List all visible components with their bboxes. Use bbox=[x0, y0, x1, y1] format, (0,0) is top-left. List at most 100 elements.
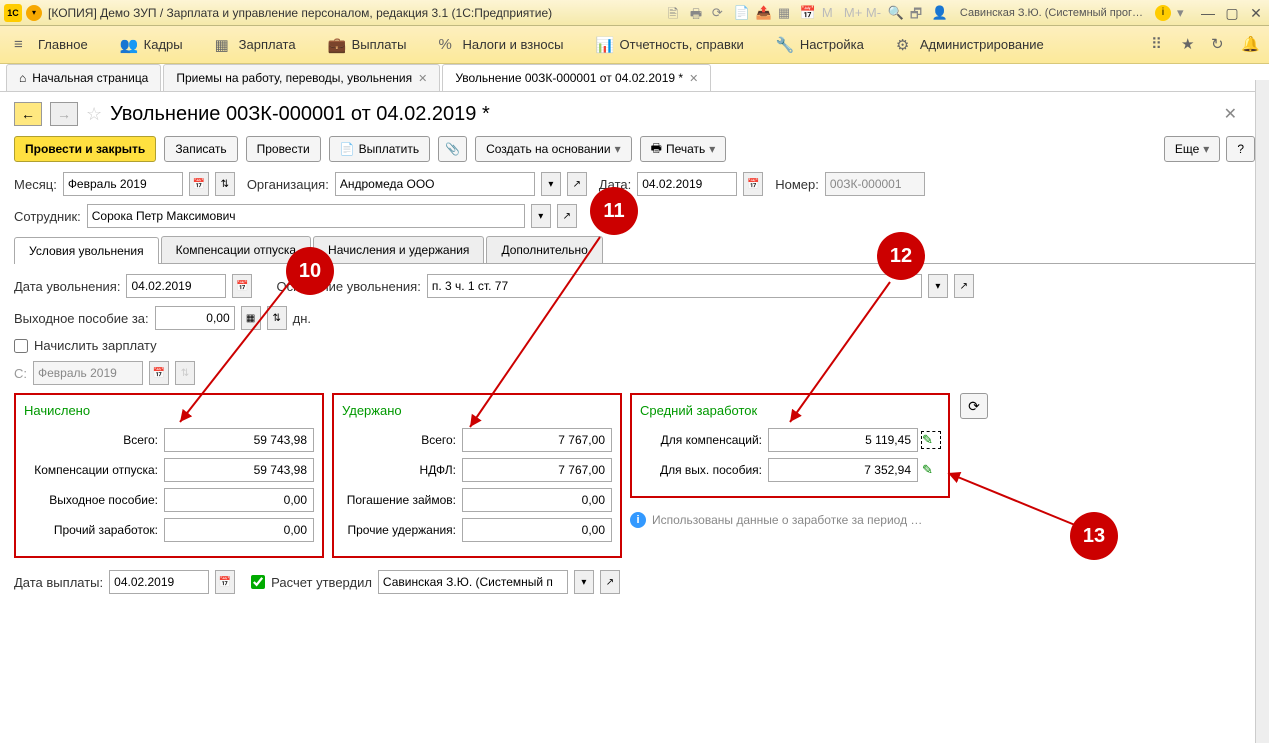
menu-personnel[interactable]: 👥Кадры bbox=[114, 32, 189, 58]
app-menu-dropdown[interactable]: ▾ bbox=[26, 5, 42, 21]
tab-hires[interactable]: Приемы на работу, переводы, увольнения✕ bbox=[163, 64, 440, 91]
calendar-icon[interactable]: 📅 bbox=[189, 172, 209, 196]
menu-settings[interactable]: 🔧Настройка bbox=[770, 32, 870, 58]
page-title: Увольнение 00ЗК-000001 от 04.02.2019 * bbox=[110, 103, 490, 126]
open-icon[interactable]: ↗ bbox=[954, 274, 974, 298]
grid-icon[interactable]: ▦ bbox=[778, 5, 794, 21]
close-icon[interactable]: ✕ bbox=[418, 72, 427, 85]
close-button[interactable]: ✕ bbox=[1247, 5, 1265, 21]
mplus-icon[interactable]: M+ bbox=[844, 5, 860, 21]
minimize-button[interactable]: — bbox=[1199, 5, 1217, 21]
accrued-oth-label: Прочий заработок: bbox=[24, 523, 164, 537]
calendar-icon[interactable]: 📅 bbox=[215, 570, 235, 594]
maximize-button[interactable]: ▢ bbox=[1223, 5, 1241, 21]
number-label: Номер: bbox=[775, 177, 819, 192]
stepper-icon[interactable]: ⇅ bbox=[215, 172, 235, 196]
month-field[interactable] bbox=[63, 172, 183, 196]
menu-main[interactable]: ≡Главное bbox=[8, 32, 94, 58]
paydate-field[interactable] bbox=[109, 570, 209, 594]
org-field[interactable] bbox=[335, 172, 535, 196]
menu-taxes[interactable]: %Налоги и взносы bbox=[432, 32, 569, 58]
number-field bbox=[825, 172, 925, 196]
tab-home[interactable]: ⌂Начальная страница bbox=[6, 64, 161, 91]
post-and-close-button[interactable]: Провести и закрыть bbox=[14, 136, 156, 162]
doc-icon[interactable]: 📄 bbox=[734, 5, 750, 21]
severance-days-label: Выходное пособие за: bbox=[14, 311, 149, 326]
dropdown-icon[interactable]: ▾ bbox=[574, 570, 594, 594]
dismiss-date-field[interactable] bbox=[126, 274, 226, 298]
dropdown-icon[interactable]: ▾ bbox=[541, 172, 561, 196]
avg-sev-field: 7 352,94 bbox=[768, 458, 918, 482]
printer-icon: 🖶 bbox=[651, 139, 662, 160]
mminus-icon[interactable]: M- bbox=[866, 5, 882, 21]
date-field[interactable] bbox=[637, 172, 737, 196]
calc-salary-label: Начислить зарплату bbox=[34, 338, 157, 353]
menu-payments[interactable]: 💼Выплаты bbox=[322, 32, 413, 58]
approved-by-field[interactable] bbox=[378, 570, 568, 594]
help-button[interactable]: ? bbox=[1226, 136, 1255, 162]
attach-button[interactable]: 📎 bbox=[438, 136, 467, 162]
tab-dismissal[interactable]: Увольнение 00ЗК-000001 от 04.02.2019 *✕ bbox=[442, 64, 711, 91]
menu-icon: ≡ bbox=[14, 36, 32, 54]
open-icon[interactable]: ↗ bbox=[567, 172, 587, 196]
stepper-icon[interactable]: ⇅ bbox=[267, 306, 287, 330]
info-panel: i Использованы данные о заработке за пер… bbox=[630, 512, 988, 528]
open-icon[interactable]: ↗ bbox=[557, 204, 577, 228]
open-icon[interactable]: ↗ bbox=[600, 570, 620, 594]
bell-icon[interactable]: 🔔 bbox=[1241, 35, 1261, 55]
withheld-title: Удержано bbox=[342, 403, 612, 418]
m-icon[interactable]: M bbox=[822, 5, 838, 21]
calc-salary-checkbox[interactable] bbox=[14, 339, 28, 353]
calendar-icon[interactable]: 📅 bbox=[743, 172, 763, 196]
severance-days-field[interactable] bbox=[155, 306, 235, 330]
zoom-icon[interactable]: 🔍 bbox=[888, 5, 904, 21]
pay-icon: 📄 bbox=[340, 142, 355, 156]
apps-icon[interactable]: ⠿ bbox=[1151, 35, 1171, 55]
accrued-sev-field: 0,00 bbox=[164, 488, 314, 512]
dropdown-icon[interactable]: ▾ bbox=[1177, 5, 1193, 21]
scrollbar[interactable] bbox=[1255, 80, 1269, 743]
post-button[interactable]: Провести bbox=[246, 136, 321, 162]
avg-earnings-block: Средний заработок Для компенсаций:5 119,… bbox=[630, 393, 950, 498]
menu-salary[interactable]: ▦Зарплата bbox=[209, 32, 302, 58]
itab-conditions[interactable]: Условия увольнения bbox=[14, 237, 159, 264]
save-button[interactable]: Записать bbox=[164, 136, 237, 162]
itab-additional[interactable]: Дополнительно bbox=[486, 236, 602, 263]
refresh-button[interactable]: ⟳ bbox=[960, 393, 988, 419]
export-icon[interactable]: 📤 bbox=[756, 5, 772, 21]
print-icon[interactable]: 🖶 bbox=[690, 5, 706, 21]
info-icon[interactable]: i bbox=[1155, 5, 1171, 21]
pencil-icon[interactable]: ✎ bbox=[922, 432, 940, 448]
calendar-icon[interactable]: 📅 bbox=[800, 5, 816, 21]
callout-13: 13 bbox=[1070, 512, 1118, 560]
menu-admin[interactable]: ⚙Администрирование bbox=[890, 32, 1050, 58]
history-icon[interactable]: ↻ bbox=[1211, 35, 1231, 55]
approved-checkbox[interactable] bbox=[251, 575, 265, 589]
more-button[interactable]: Еще bbox=[1164, 136, 1220, 162]
dropdown-icon[interactable]: ▾ bbox=[531, 204, 551, 228]
reload-icon[interactable]: ⟳ bbox=[712, 5, 728, 21]
page-close-icon[interactable]: ✕ bbox=[1224, 104, 1237, 124]
reason-field[interactable] bbox=[427, 274, 922, 298]
itab-accruals[interactable]: Начисления и удержания bbox=[313, 236, 484, 263]
calendar-icon[interactable]: 📅 bbox=[232, 274, 252, 298]
nav-back-button[interactable]: ← bbox=[14, 102, 42, 126]
dropdown-icon[interactable]: ▾ bbox=[928, 274, 948, 298]
user-label: Савинская З.Ю. (Системный прог… bbox=[960, 7, 1143, 19]
nav-forward-button[interactable]: → bbox=[50, 102, 78, 126]
tool-icon[interactable]: 🖹 bbox=[668, 5, 684, 21]
favorite-star-icon[interactable]: ☆ bbox=[86, 104, 102, 125]
withheld-oth-label: Прочие удержания: bbox=[342, 523, 462, 537]
menu-reports[interactable]: 📊Отчетность, справки bbox=[590, 32, 750, 58]
star-icon[interactable]: ★ bbox=[1181, 35, 1201, 55]
calc-icon[interactable]: ▦ bbox=[241, 306, 261, 330]
withheld-ndfl-field: 7 767,00 bbox=[462, 458, 612, 482]
pencil-icon[interactable]: ✎ bbox=[922, 462, 940, 478]
window-icon[interactable]: 🗗 bbox=[910, 5, 926, 21]
employee-field[interactable] bbox=[87, 204, 525, 228]
print-button[interactable]: 🖶Печать bbox=[640, 136, 727, 162]
pay-button[interactable]: 📄Выплатить bbox=[329, 136, 430, 162]
user-icon: 👤 bbox=[932, 5, 948, 21]
create-based-on-button[interactable]: Создать на основании bbox=[475, 136, 632, 162]
close-icon[interactable]: ✕ bbox=[689, 72, 698, 85]
